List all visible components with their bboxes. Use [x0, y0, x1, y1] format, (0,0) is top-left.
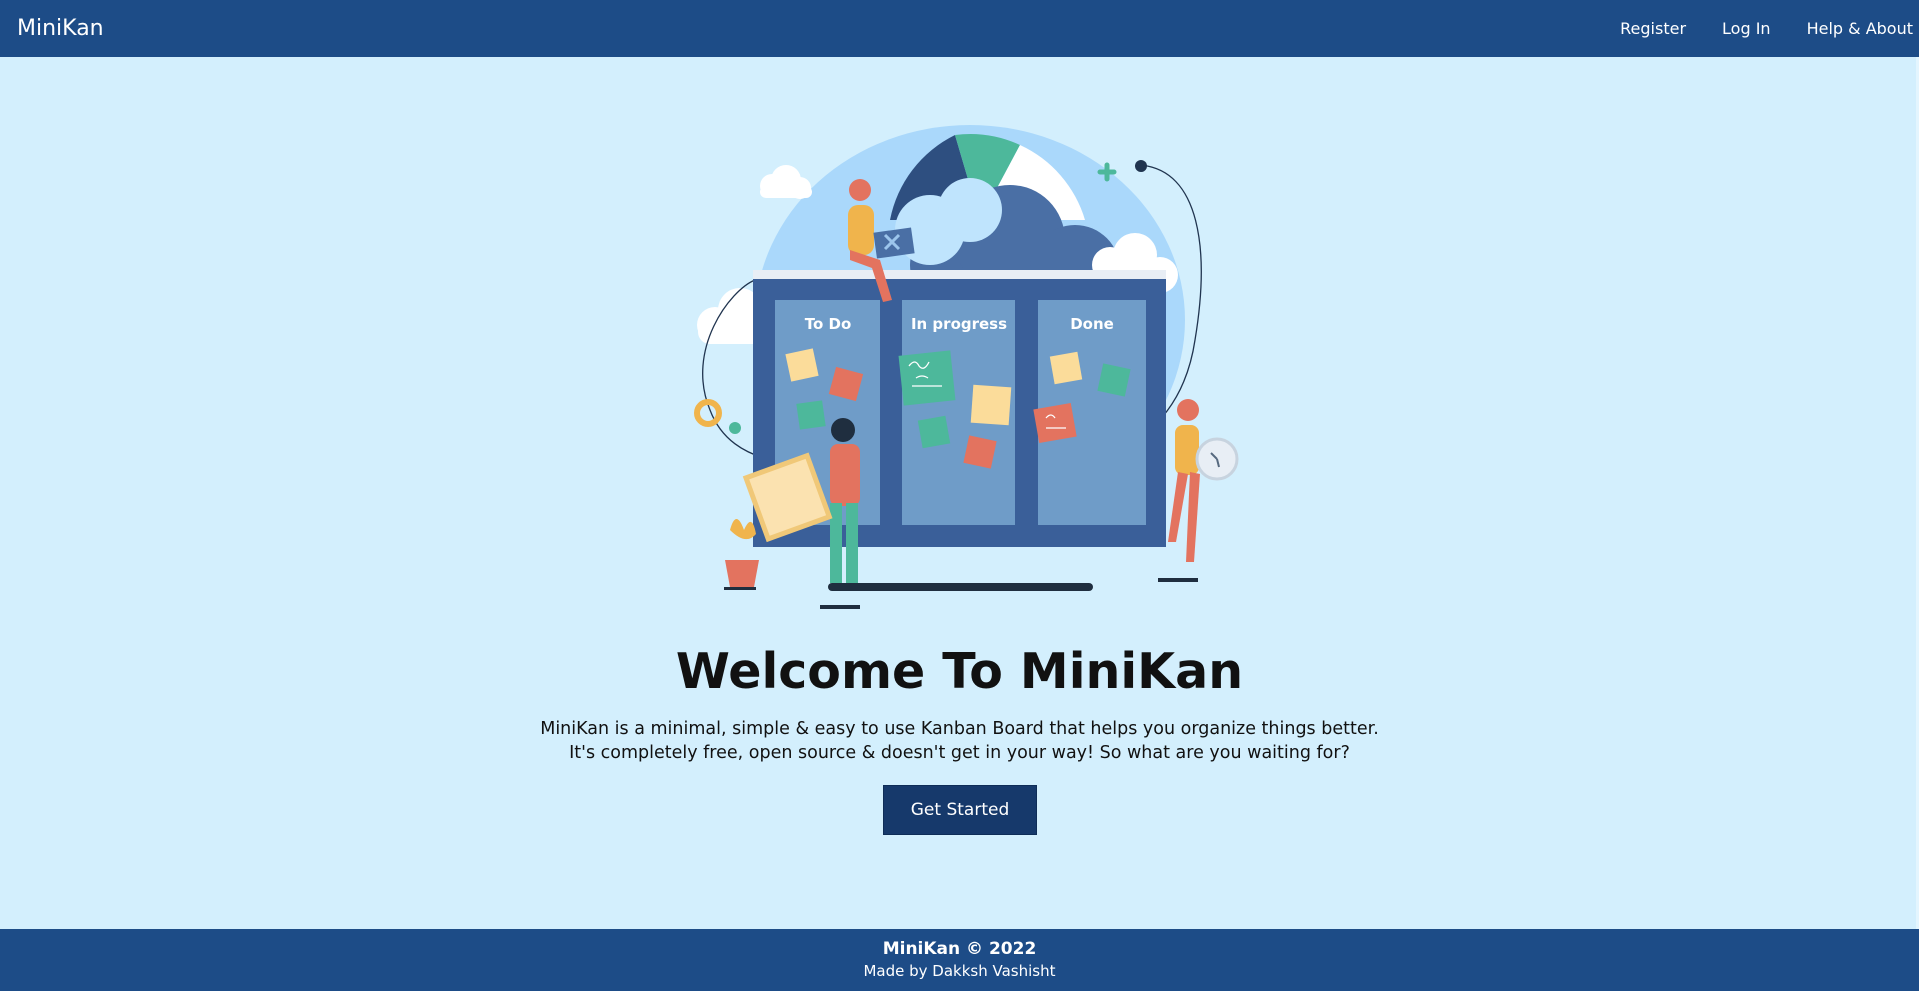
sticky-note-green-small [917, 415, 951, 449]
cloud-left-top [760, 165, 812, 199]
sticky-note-green [796, 400, 826, 430]
footer-title: MiniKan © 2022 [882, 939, 1037, 959]
column-label-in-progress: In progress [911, 315, 1007, 333]
sticky-note-red-small [963, 435, 997, 469]
description-line-1: MiniKan is a minimal, simple & easy to u… [540, 719, 1379, 739]
login-link[interactable]: Log In [1704, 19, 1789, 38]
column-label-todo: To Do [805, 315, 852, 333]
orbit-dot-top [1135, 160, 1147, 172]
footer-credit: Made by Dakksh Vashisht [863, 962, 1056, 980]
orbit-dot-left [729, 422, 741, 434]
column-label-done: Done [1070, 315, 1114, 333]
kanban-hero-illustration: To Do In progress Done [694, 125, 1239, 609]
page-footer: MiniKan © 2022 Made by Dakksh Vashisht [0, 929, 1919, 991]
sticky-note-yellow [785, 348, 819, 382]
sticky-note-yellow-done [1049, 351, 1083, 385]
person-with-clock [1158, 399, 1239, 582]
sticky-note-green-done [1097, 363, 1131, 397]
nav-links: Register Log In Help & About [1602, 19, 1913, 38]
sticky-note-red-done [1033, 402, 1077, 444]
plant-pot [724, 519, 759, 590]
description-text: MiniKan is a minimal, simple & easy to u… [0, 717, 1919, 765]
board-stand [828, 583, 1093, 591]
register-link[interactable]: Register [1602, 19, 1704, 38]
help-about-link[interactable]: Help & About [1789, 19, 1913, 38]
sticky-note-yellow-large [970, 384, 1012, 426]
board-top-rail [753, 270, 1166, 279]
brand-logo[interactable]: MiniKan [17, 16, 104, 41]
top-navbar: MiniKan Register Log In Help & About [0, 0, 1919, 57]
welcome-heading: Welcome To MiniKan [675, 643, 1244, 700]
get-started-button[interactable]: Get Started [883, 785, 1037, 835]
description-line-2: It's completely free, open source & does… [569, 743, 1350, 763]
